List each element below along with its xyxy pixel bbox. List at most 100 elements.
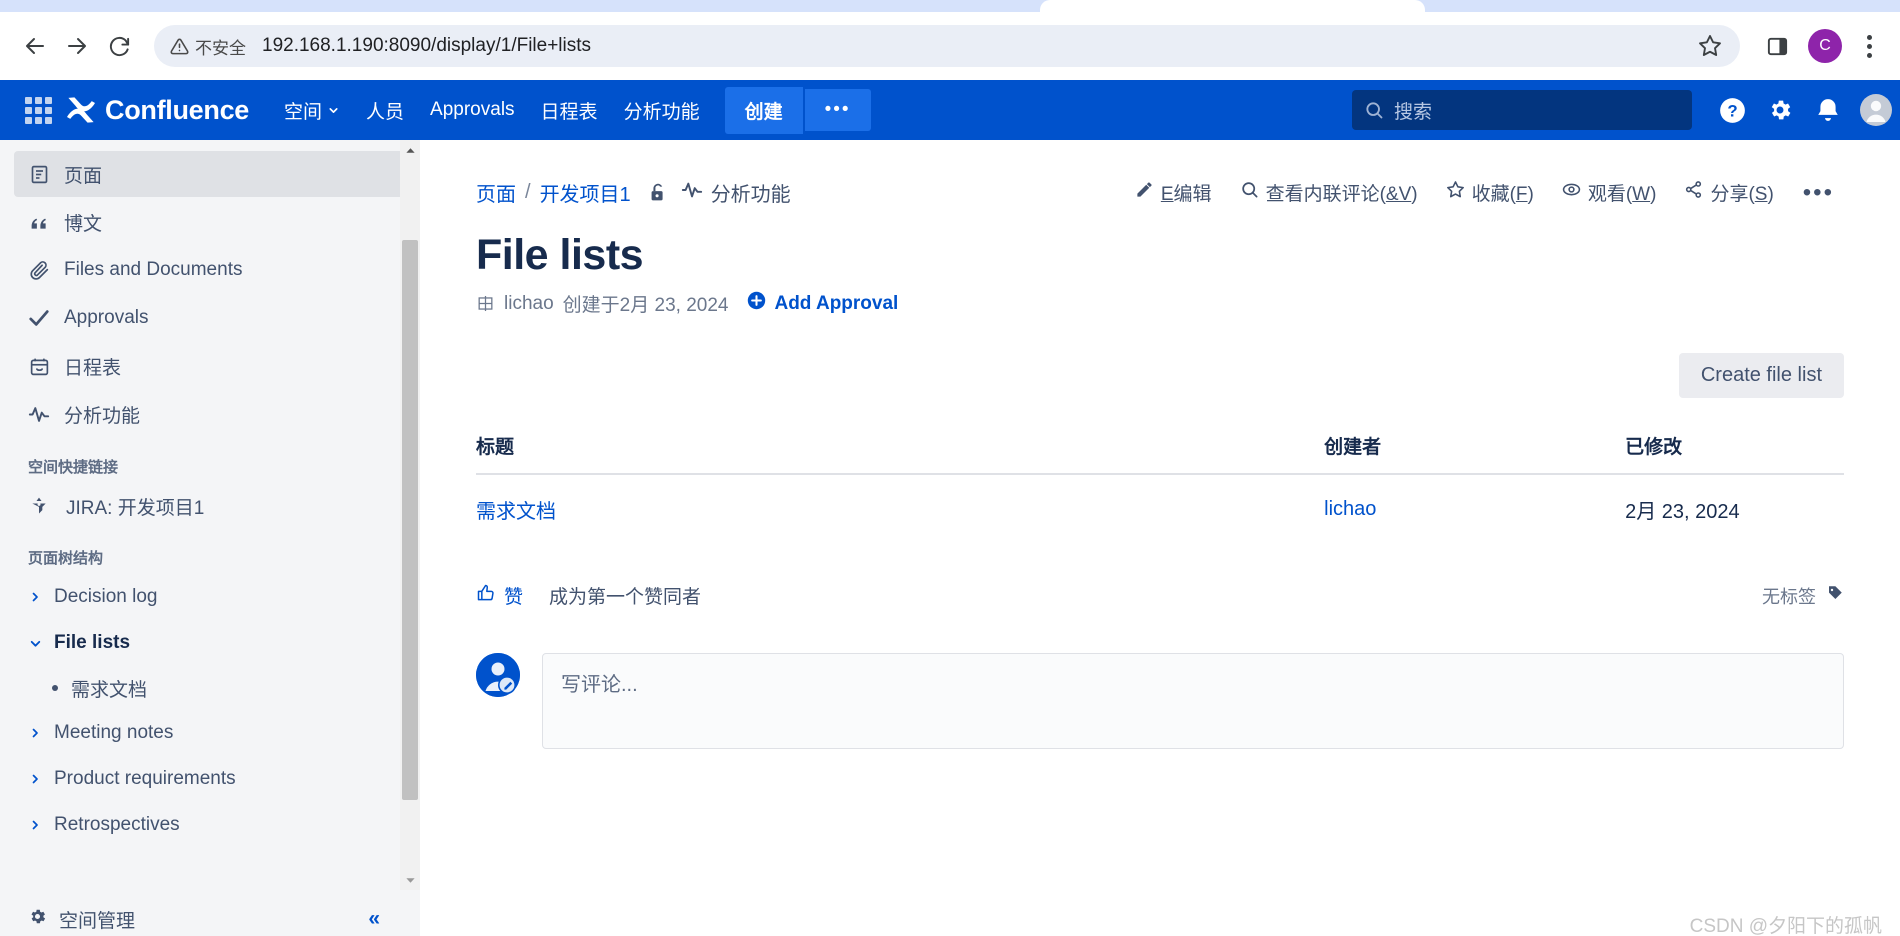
unlock-icon[interactable]: [647, 182, 669, 204]
eye-icon: [1562, 180, 1581, 205]
nav-item-people[interactable]: 人员: [353, 89, 417, 132]
browser-menu-icon[interactable]: [1852, 25, 1886, 67]
quote-icon: [28, 212, 50, 233]
breadcrumb-item-pages[interactable]: 页面: [476, 178, 516, 207]
tree-item-retrospectives[interactable]: Retrospectives: [0, 802, 420, 848]
analytics-icon: [28, 403, 50, 426]
breadcrumb-analytics[interactable]: 分析功能: [681, 178, 791, 207]
bookmark-star-icon[interactable]: [1690, 26, 1730, 66]
nav-item-approvals[interactable]: Approvals: [417, 91, 528, 129]
breadcrumb-item-space[interactable]: 开发项目1: [540, 178, 631, 207]
browser-tab-strip: [0, 0, 1900, 12]
side-panel-icon[interactable]: [1756, 25, 1798, 67]
sidebar-scrollbar[interactable]: [400, 140, 420, 890]
create-button[interactable]: 创建: [724, 86, 803, 134]
chevron-right-icon[interactable]: [28, 727, 42, 739]
nav-item-calendar[interactable]: 日程表: [528, 89, 611, 132]
tree-item-meeting-notes[interactable]: Meeting notes: [0, 710, 420, 756]
sidebar-shortcut-jira-label: JIRA: 开发项目1: [66, 497, 205, 519]
sidebar-item-analytics-label: 分析功能: [64, 405, 141, 427]
confluence-logo[interactable]: Confluence: [66, 95, 249, 126]
watch-button[interactable]: 观看(W): [1553, 172, 1666, 213]
edit-button[interactable]: E编辑: [1126, 172, 1221, 213]
space-settings-button[interactable]: 空间管理: [28, 906, 135, 933]
watermark-text: CSDN @夕阳下的孤帆: [1689, 916, 1882, 936]
warning-triangle-icon: [170, 38, 189, 54]
labels-text: 无标签: [1762, 586, 1816, 607]
labels-button[interactable]: 无标签: [1762, 583, 1844, 609]
comment-input[interactable]: 写评论...: [542, 653, 1844, 749]
chevron-down-icon[interactable]: [28, 637, 42, 650]
add-approval-label: Add Approval: [774, 292, 899, 314]
sidebar-item-approvals[interactable]: Approvals: [14, 295, 406, 341]
star-icon: [1446, 180, 1465, 205]
sidebar-item-calendar[interactable]: 日程表: [14, 343, 406, 389]
byline-author: lichao: [504, 292, 554, 314]
file-title-link[interactable]: 需求文档: [476, 501, 556, 523]
back-button[interactable]: [14, 25, 56, 67]
scroll-down-arrow-icon[interactable]: [400, 870, 420, 890]
add-approval-button[interactable]: Add Approval: [747, 291, 898, 316]
gear-icon[interactable]: [1756, 86, 1804, 134]
share-button[interactable]: 分享(S): [1675, 172, 1782, 213]
sidebar-footer: 空间管理 «: [0, 890, 408, 936]
search-input[interactable]: 搜索: [1352, 90, 1692, 130]
browser-active-tab[interactable]: [1040, 0, 1425, 12]
breadcrumb-separator: /: [525, 181, 531, 203]
app-grid-icon[interactable]: [18, 90, 58, 130]
forward-button[interactable]: [56, 25, 98, 67]
sidebar-item-pages-label: 页面: [64, 165, 103, 187]
more-actions-button[interactable]: •••: [1793, 179, 1844, 207]
nav-item-spaces[interactable]: 空间: [271, 89, 353, 132]
sidebar-item-blog[interactable]: 博文: [14, 199, 406, 245]
nav-item-analytics-label: 分析功能: [623, 101, 700, 123]
search-placeholder: 搜索: [1394, 101, 1433, 123]
chevron-right-icon[interactable]: [28, 591, 42, 603]
column-header-creator[interactable]: 创建者: [1324, 424, 1626, 475]
analytics-icon: [681, 179, 703, 207]
sidebar-item-pages[interactable]: 页面: [14, 151, 406, 197]
file-creator-link[interactable]: lichao: [1324, 498, 1376, 520]
share-icon: [1684, 180, 1703, 205]
space-sidebar: 页面 博文 Files and Documents Approvals 日程表: [0, 140, 420, 936]
column-header-title[interactable]: 标题: [476, 424, 1325, 475]
security-indicator[interactable]: 不安全: [170, 34, 254, 59]
sidebar-shortcut-jira[interactable]: JIRA: 开发项目1: [0, 483, 420, 529]
sidebar-item-analytics[interactable]: 分析功能: [14, 391, 406, 437]
sidebar-scroll-thumb[interactable]: [402, 240, 418, 800]
collapse-sidebar-button[interactable]: «: [368, 907, 380, 931]
column-header-modified[interactable]: 已修改: [1625, 424, 1844, 475]
page-body: 页面 博文 Files and Documents Approvals 日程表: [0, 140, 1900, 936]
thumbs-up-icon: [476, 583, 496, 609]
inline-comments-button[interactable]: 查看内联评论(&V): [1231, 172, 1427, 213]
profile-avatar[interactable]: C: [1808, 29, 1842, 63]
tree-item-decision-log[interactable]: Decision log: [0, 574, 420, 620]
create-file-list-button[interactable]: Create file list: [1678, 353, 1844, 398]
tree-item-file-lists[interactable]: File lists: [0, 620, 420, 666]
like-button[interactable]: 赞: [476, 582, 523, 609]
chevron-down-icon: [329, 107, 338, 113]
user-avatar-icon[interactable]: [1852, 86, 1900, 134]
bell-icon[interactable]: [1804, 86, 1852, 134]
chevron-right-icon[interactable]: [28, 819, 42, 831]
tree-item-product-requirements[interactable]: Product requirements: [0, 756, 420, 802]
tree-child-requirements-doc[interactable]: 需求文档: [0, 666, 420, 710]
author-icon: [476, 294, 495, 313]
tree-item-meeting-notes-label: Meeting notes: [54, 722, 174, 743]
table-body: 需求文档 lichao 2月 23, 2024: [476, 474, 1844, 546]
create-more-button[interactable]: •••: [804, 89, 871, 131]
paperclip-icon: [28, 260, 50, 281]
scroll-up-arrow-icon[interactable]: [400, 140, 420, 160]
address-bar[interactable]: 不安全 192.168.1.190:8090/display/1/File+li…: [154, 25, 1740, 67]
favorite-button[interactable]: 收藏(F): [1437, 172, 1543, 213]
help-icon[interactable]: ?: [1708, 86, 1756, 134]
file-list-table: 标题 创建者 已修改 需求文档 lichao 2月 23, 2024: [476, 424, 1844, 546]
url-text[interactable]: 192.168.1.190:8090/display/1/File+lists: [254, 35, 1690, 57]
cell-modified: 2月 23, 2024: [1625, 501, 1740, 523]
nav-item-analytics[interactable]: 分析功能: [611, 89, 713, 132]
table-row[interactable]: 需求文档 lichao 2月 23, 2024: [476, 474, 1844, 546]
sidebar-item-files[interactable]: Files and Documents: [14, 247, 406, 293]
chevron-right-icon[interactable]: [28, 773, 42, 785]
byline-created: 创建于2月 23, 2024: [562, 295, 729, 316]
reload-button[interactable]: [98, 25, 140, 67]
